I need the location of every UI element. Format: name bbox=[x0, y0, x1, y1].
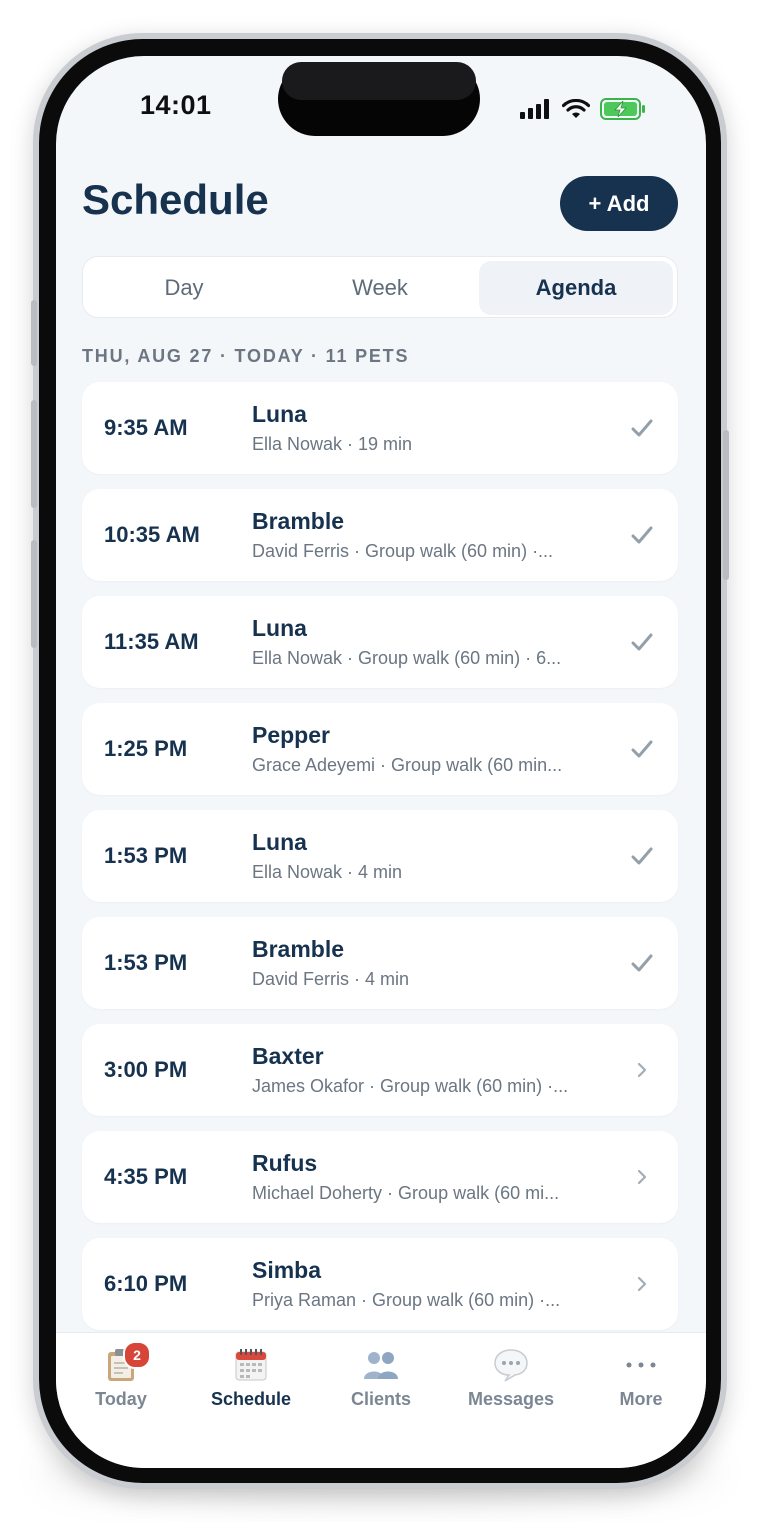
appointment-card[interactable]: 9:35 AM Luna Ella Nowak · 19 min bbox=[82, 382, 678, 474]
app-screen: 14:01 Schedule + Add Day Week Agenda THU… bbox=[56, 56, 706, 1468]
more-icon bbox=[626, 1362, 656, 1368]
tab-today[interactable]: 2 Today bbox=[56, 1333, 186, 1433]
appointment-card[interactable]: 3:00 PM Baxter James Okafor · Group walk… bbox=[82, 1024, 678, 1116]
appointment-card[interactable]: 1:25 PM Pepper Grace Adeyemi · Group wal… bbox=[82, 703, 678, 795]
appointment-time: 4:35 PM bbox=[104, 1164, 188, 1189]
tab-schedule-icon-wrap bbox=[229, 1347, 273, 1383]
phone-action-button bbox=[31, 300, 37, 366]
appointment-pet-name: Luna bbox=[252, 615, 307, 641]
chevron-right-icon bbox=[637, 1062, 647, 1078]
appointment-card[interactable]: 10:35 AM Bramble David Ferris · Group wa… bbox=[82, 489, 678, 581]
tab-more-label: More bbox=[619, 1389, 663, 1409]
appointment-time: 9:35 AM bbox=[104, 415, 188, 440]
section-header: THU, AUG 27 · TODAY · 11 PETS bbox=[82, 346, 410, 366]
appointment-detail: David Ferris · 4 min bbox=[252, 969, 410, 989]
chevron-right-icon bbox=[637, 1276, 647, 1292]
status-icons bbox=[520, 94, 646, 124]
tab-day[interactable]: Day bbox=[87, 261, 281, 315]
speech-bubble-icon bbox=[494, 1349, 528, 1382]
appointment-detail: David Ferris · Group walk (60 min) ·... bbox=[252, 541, 554, 561]
appointment-time: 10:35 AM bbox=[104, 522, 200, 547]
appointment-card[interactable]: 1:53 PM Bramble David Ferris · 4 min bbox=[82, 917, 678, 1009]
tab-agenda[interactable]: Agenda bbox=[479, 261, 673, 315]
tab-today-label: Today bbox=[95, 1389, 147, 1409]
bottom-tab-bar: 2 Today Schedule Clients Messages More bbox=[56, 1332, 706, 1468]
battery-charging-icon bbox=[600, 98, 645, 120]
checkmark-icon bbox=[631, 419, 653, 437]
phone-volume-down-button bbox=[31, 540, 37, 648]
appointment-detail: Ella Nowak · 4 min bbox=[252, 862, 403, 882]
tab-messages-icon-wrap bbox=[489, 1347, 533, 1383]
checkmark-icon bbox=[631, 526, 653, 544]
tab-clients[interactable]: Clients bbox=[316, 1333, 446, 1433]
page-title: Schedule bbox=[82, 176, 269, 223]
appointment-pet-name: Bramble bbox=[252, 936, 345, 962]
appointment-pet-name: Luna bbox=[252, 401, 307, 427]
phone-power-button bbox=[723, 430, 729, 580]
tab-messages-label: Messages bbox=[467, 1389, 555, 1409]
cellular-signal-icon bbox=[520, 99, 549, 119]
add-button[interactable]: + Add bbox=[560, 176, 678, 231]
checkmark-icon bbox=[631, 954, 653, 972]
status-time: 14:01 bbox=[140, 90, 212, 120]
calendar-icon bbox=[235, 1349, 267, 1381]
appointment-detail: James Okafor · Group walk (60 min) ·... bbox=[252, 1076, 569, 1096]
phone-volume-up-button bbox=[31, 400, 37, 508]
appointment-detail: Priya Raman · Group walk (60 min) ·... bbox=[252, 1290, 561, 1310]
appointment-card[interactable]: 11:35 AM Luna Ella Nowak · Group walk (6… bbox=[82, 596, 678, 688]
appointment-pet-name: Simba bbox=[252, 1257, 322, 1283]
tab-clients-label: Clients bbox=[350, 1389, 411, 1409]
appointment-time: 6:10 PM bbox=[104, 1271, 188, 1296]
notification-badge: 2 bbox=[123, 1341, 151, 1369]
appointment-card[interactable]: 6:10 PM Simba Priya Raman · Group walk (… bbox=[82, 1238, 678, 1330]
wifi-icon bbox=[562, 99, 590, 118]
appointment-time: 1:53 PM bbox=[104, 950, 188, 975]
tab-today-icon-wrap: 2 bbox=[99, 1341, 151, 1383]
appointment-pet-name: Pepper bbox=[252, 722, 330, 748]
dynamic-island-highlight bbox=[282, 62, 476, 100]
tab-messages[interactable]: Messages bbox=[446, 1333, 576, 1433]
people-icon bbox=[364, 1352, 398, 1379]
chevron-right-icon bbox=[637, 1169, 647, 1185]
appointment-pet-name: Rufus bbox=[252, 1150, 318, 1176]
appointment-detail: Michael Doherty · Group walk (60 mi... bbox=[252, 1183, 560, 1203]
appointment-pet-name: Bramble bbox=[252, 508, 345, 534]
tab-schedule[interactable]: Schedule bbox=[186, 1333, 316, 1433]
tab-more-icon-wrap bbox=[619, 1347, 663, 1383]
appointment-detail: Grace Adeyemi · Group walk (60 min... bbox=[252, 755, 563, 775]
checkmark-icon bbox=[631, 847, 653, 865]
appointment-time: 3:00 PM bbox=[104, 1057, 188, 1082]
checkmark-icon bbox=[631, 633, 653, 651]
appointment-time: 11:35 AM bbox=[104, 629, 199, 654]
appointment-time: 1:25 PM bbox=[104, 736, 188, 761]
tab-more[interactable]: More bbox=[576, 1333, 706, 1433]
appointment-card[interactable]: 4:35 PM Rufus Michael Doherty · Group wa… bbox=[82, 1131, 678, 1223]
tab-schedule-label: Schedule bbox=[210, 1389, 292, 1409]
checkmark-icon bbox=[631, 740, 653, 758]
appointment-pet-name: Baxter bbox=[252, 1043, 324, 1069]
tab-clients-icon-wrap bbox=[359, 1347, 403, 1383]
view-switcher: Day Week Agenda bbox=[82, 256, 678, 318]
appointment-pet-name: Luna bbox=[252, 829, 307, 855]
tab-week[interactable]: Week bbox=[283, 261, 477, 315]
appointment-detail: Ella Nowak · 19 min bbox=[252, 434, 413, 454]
appointment-detail: Ella Nowak · Group walk (60 min) · 6... bbox=[252, 648, 562, 668]
appointment-card[interactable]: 1:53 PM Luna Ella Nowak · 4 min bbox=[82, 810, 678, 902]
appointment-time: 1:53 PM bbox=[104, 843, 188, 868]
